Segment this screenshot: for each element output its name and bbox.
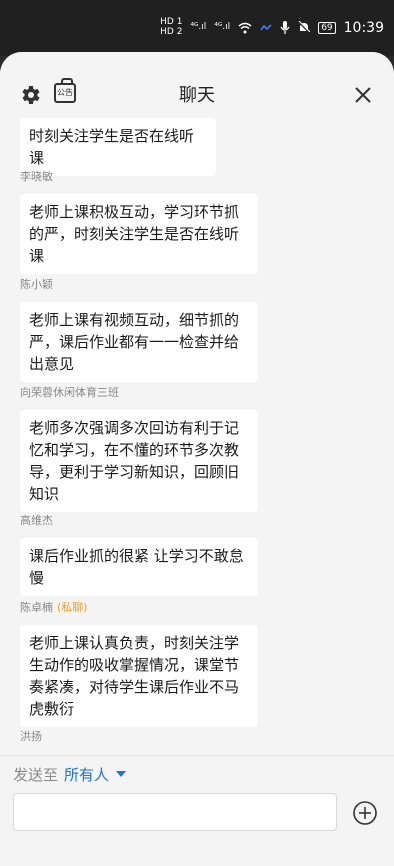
sender-name: 洪扬 [20, 730, 42, 743]
composer-bar: 发送至 所有人 [0, 755, 394, 866]
clock: 10:39 [343, 19, 384, 36]
sender-name: 李晓敏 [20, 170, 53, 183]
page-title: 聊天 [179, 85, 215, 106]
message-item: 高维杰 课后作业抓的很紧 让学习不敢怠慢 [20, 512, 258, 596]
chat-header: 公告 聊天 [0, 52, 394, 114]
message-item: 陈小颖 老师上课有视频互动，细节抓的严，课后作业都有一一检查并给出意见 [20, 276, 258, 382]
message-item: 洪扬 [20, 728, 258, 754]
chat-sheet: 公告 聊天 时刻关注学生是否在线听课 李晓敏 老师上课积极互动，学习环节抓的严，… [0, 52, 394, 866]
sender-name-text: 陈卓楠 [20, 601, 53, 614]
status-bar: HD 1 HD 2 ⁴ᴳ.ıl ⁴ᴳ.ıl 69 10:39 [0, 0, 394, 56]
hd1-label: HD 1 [160, 17, 183, 27]
signal-icon-1: ⁴ᴳ.ıl [190, 22, 207, 32]
cloud-sync-icon [260, 23, 272, 30]
close-icon[interactable] [354, 86, 372, 104]
private-chat-badge: (私聊) [57, 601, 88, 614]
message-input[interactable] [13, 793, 337, 831]
message-bubble: 老师上课积极互动，学习环节抓的严，时刻关注学生是否在线听课 [20, 194, 258, 274]
message-item: 向荣蓉休闲体育三班 老师多次强调多次回访有利于记忆和学习，在不懂的环节多次教导，… [20, 384, 258, 512]
message-bubble: 老师多次强调多次回访有利于记忆和学习，在不懂的环节多次教导，更利于学习新知识，回… [20, 410, 258, 512]
message-bubble: 老师上课认真负责，时刻关注学生动作的吸收掌握情况，课堂节奏紧凑，对待学生课后作业… [20, 625, 258, 727]
hd2-label: HD 2 [160, 27, 183, 37]
mic-icon [280, 20, 290, 34]
recipient-selector[interactable]: 所有人 [64, 764, 109, 785]
message-bubble: 老师上课有视频互动，细节抓的严，课后作业都有一一检查并给出意见 [20, 302, 258, 382]
hd-indicator: HD 1 HD 2 [160, 18, 182, 37]
sender-name: 陈卓楠 (私聊) [20, 599, 258, 615]
signal-icon-2: ⁴ᴳ.ıl [214, 22, 231, 32]
message-item: 陈卓楠 (私聊) 老师上课认真负责，时刻关注学生动作的吸收掌握情况，课堂节奏紧凑，… [20, 599, 258, 727]
sender-name: 陈小颖 [20, 278, 53, 291]
message-item: 李晓敏 老师上课积极互动，学习环节抓的严，时刻关注学生是否在线听课 [20, 168, 258, 274]
mute-bell-icon [298, 21, 311, 34]
add-plus-icon[interactable] [352, 800, 378, 826]
settings-gear-icon[interactable] [18, 83, 42, 107]
wifi-icon [238, 22, 252, 33]
announcement-label: 公告 [57, 88, 73, 97]
message-bubble: 课后作业抓的很紧 让学习不敢怠慢 [20, 538, 258, 596]
message-list[interactable]: 时刻关注学生是否在线听课 李晓敏 老师上课积极互动，学习环节抓的严，时刻关注学生… [0, 114, 394, 754]
announcement-icon[interactable]: 公告 [54, 78, 76, 103]
battery-indicator: 69 [318, 21, 336, 34]
sender-name: 向荣蓉休闲体育三班 [20, 386, 119, 399]
send-to-label: 发送至 [13, 766, 59, 784]
dropdown-caret-icon[interactable] [116, 771, 126, 777]
sender-name: 高维杰 [20, 514, 53, 527]
